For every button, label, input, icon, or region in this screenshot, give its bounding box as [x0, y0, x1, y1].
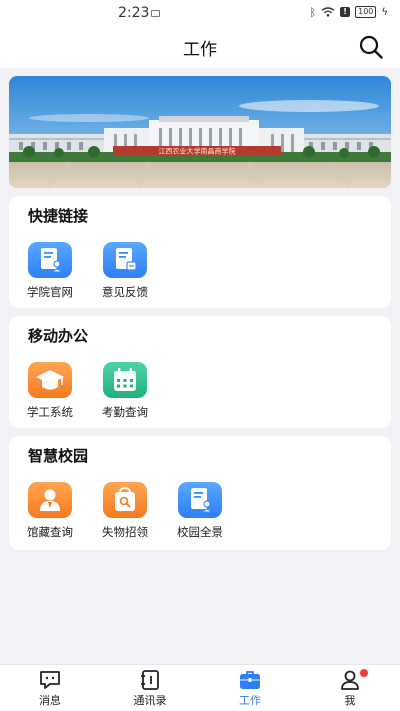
- tile-library-query[interactable]: 馆藏查询: [20, 482, 80, 540]
- notification-dot: [360, 669, 368, 677]
- chat-icon: [40, 671, 60, 689]
- nav-messages[interactable]: 消息: [10, 669, 90, 708]
- page-title: 工作: [183, 40, 217, 60]
- nav-work[interactable]: 工作: [210, 669, 290, 708]
- tile-label: 馆藏查询: [27, 525, 73, 539]
- tile-label: 失物招领: [102, 525, 148, 539]
- campus-photo: 江西农业大学南昌商学院: [9, 76, 391, 188]
- status-time: 2:23: [118, 5, 150, 21]
- document-user-icon: [28, 242, 72, 278]
- tile-label: 校园全景: [177, 525, 223, 539]
- tile-campus-panorama[interactable]: 校园全景: [170, 482, 230, 540]
- tile-student-affairs[interactable]: 学工系统: [20, 362, 80, 420]
- battery-icon: 100: [355, 6, 377, 18]
- campus-banner[interactable]: 江西农业大学南昌商学院: [9, 76, 391, 188]
- nav-label: 我: [344, 694, 356, 707]
- status-bar: 2:23 ᛒ ! 100 ϟ: [0, 0, 400, 26]
- search-icon[interactable]: [358, 34, 384, 60]
- tile-label: 考勤查询: [102, 405, 148, 419]
- section-title: 快捷链接: [28, 207, 89, 225]
- calendar-icon: [103, 362, 147, 398]
- bag-search-icon: [103, 482, 147, 518]
- briefcase-icon: [240, 671, 260, 689]
- nav-label: 通讯录: [133, 694, 167, 707]
- nav-label: 工作: [239, 694, 261, 707]
- status-icons: ᛒ ! 100 ϟ: [309, 5, 388, 19]
- nav-contacts[interactable]: 通讯录: [110, 669, 190, 708]
- wifi-icon: [321, 7, 335, 17]
- document-user-icon: [178, 482, 222, 518]
- section-mobile-office: 移动办公 学工系统 考勤查询: [9, 316, 391, 428]
- person-icon: [28, 482, 72, 518]
- app-header: 工作: [0, 26, 400, 68]
- charging-icon: ϟ: [381, 6, 388, 18]
- contacts-book-icon: [141, 670, 159, 690]
- graduation-cap-icon: [28, 362, 72, 398]
- section-title: 移动办公: [28, 327, 89, 345]
- section-smart-campus: 智慧校园 馆藏查询 失物招领 校园全景: [9, 436, 391, 550]
- sim-icon: [151, 10, 160, 17]
- banner-sign-text: 江西农业大学南昌商学院: [159, 147, 236, 156]
- tile-label: 学院官网: [27, 285, 73, 299]
- section-title: 智慧校园: [28, 447, 89, 465]
- tile-feedback[interactable]: 意见反馈: [95, 242, 155, 300]
- section-quick-links: 快捷链接 学院官网 意见反馈: [9, 196, 391, 308]
- tile-lost-and-found[interactable]: 失物招领: [95, 482, 155, 540]
- tile-label: 学工系统: [27, 405, 73, 419]
- tile-label: 意见反馈: [102, 285, 148, 299]
- nav-label: 消息: [39, 694, 61, 707]
- nav-me[interactable]: 我: [310, 669, 390, 708]
- tile-college-website[interactable]: 学院官网: [20, 242, 80, 300]
- bluetooth-icon: ᛒ: [309, 5, 317, 19]
- bottom-nav: 消息 通讯录 工作 我: [0, 664, 400, 711]
- document-edit-icon: [103, 242, 147, 278]
- alert-icon: !: [340, 7, 351, 17]
- user-icon: [341, 670, 359, 690]
- tile-attendance-query[interactable]: 考勤查询: [95, 362, 155, 420]
